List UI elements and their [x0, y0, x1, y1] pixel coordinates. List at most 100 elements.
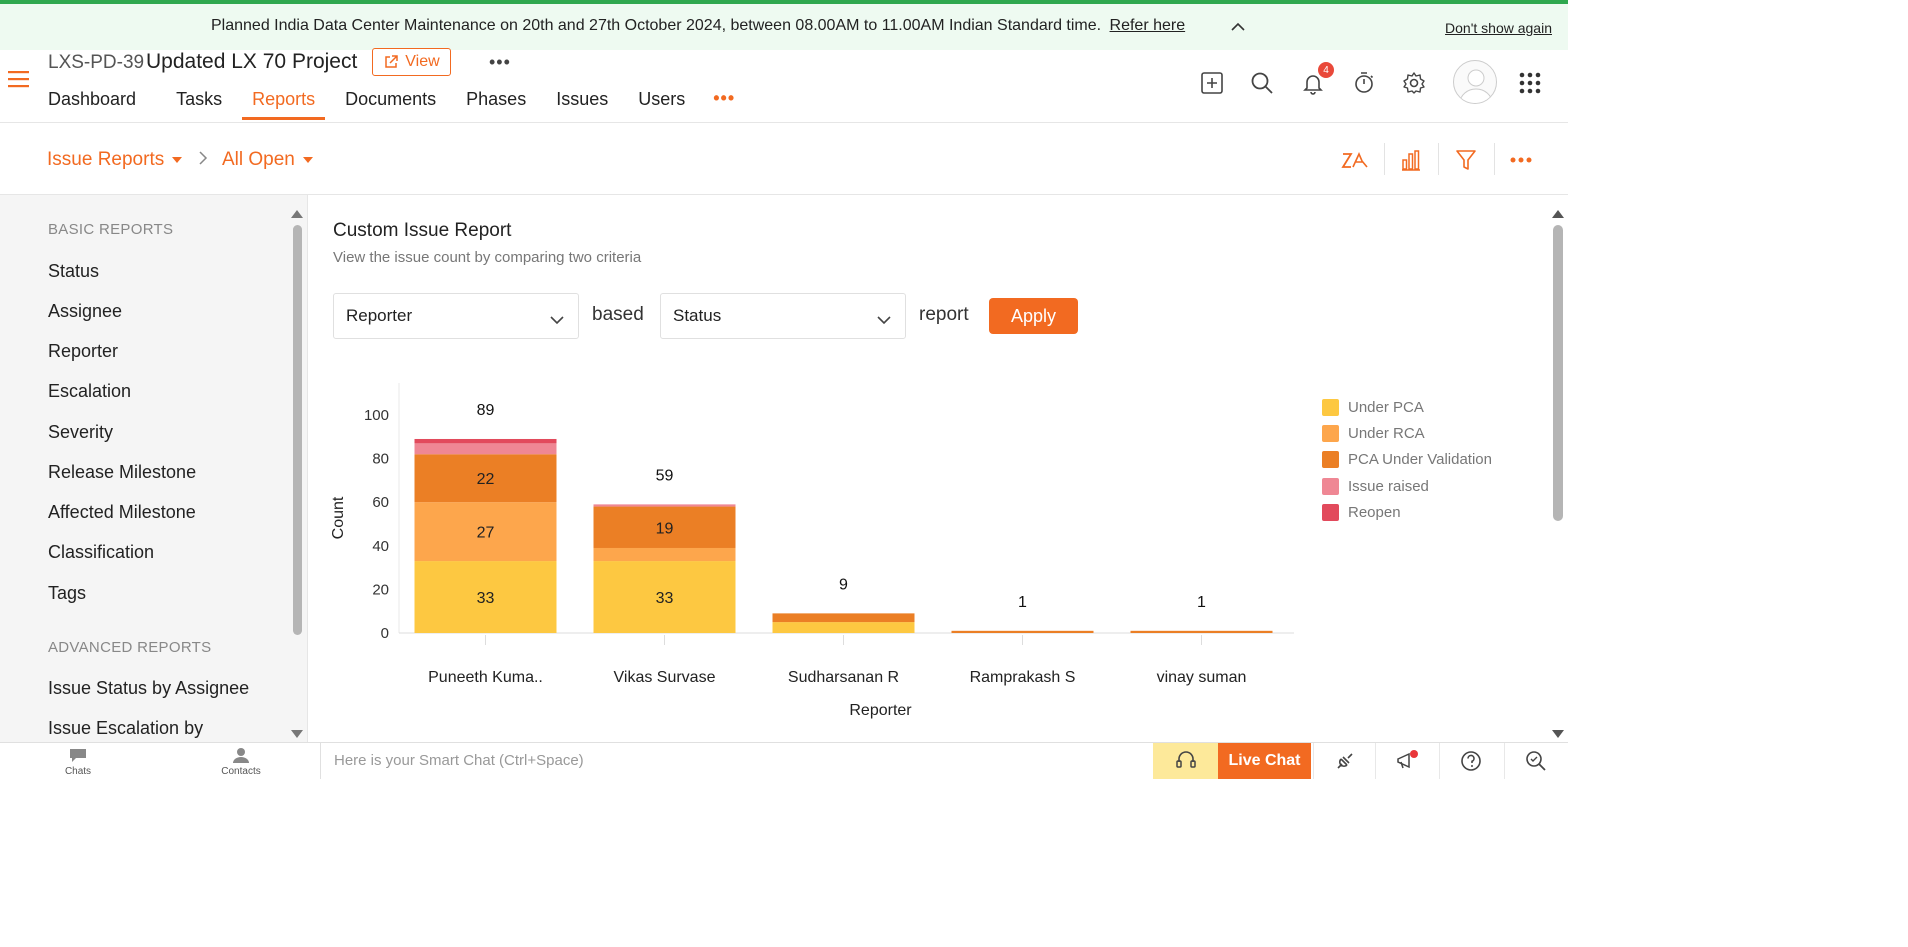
chevron-down-icon	[877, 310, 891, 330]
apply-button[interactable]: Apply	[989, 298, 1078, 334]
view-project-button[interactable]: View	[372, 48, 451, 76]
announcement-icon[interactable]	[1375, 743, 1437, 779]
legend-label: Under PCA	[1348, 398, 1424, 416]
criteria-2-value: Status	[673, 306, 722, 325]
legend-label: Under RCA	[1348, 424, 1425, 442]
report-title: Custom Issue Report	[333, 220, 512, 241]
tab-dashboard[interactable]: Dashboard	[48, 88, 146, 122]
chevron-down-icon	[550, 310, 564, 330]
main-scrollbar-thumb[interactable]	[1553, 225, 1563, 521]
tab-phases[interactable]: Phases	[456, 88, 536, 122]
bar-segment	[593, 547, 736, 562]
legend-swatch	[1322, 398, 1339, 416]
maintenance-banner: Planned India Data Center Maintenance on…	[0, 0, 1568, 50]
tab-tasks[interactable]: Tasks	[166, 88, 232, 122]
issue-count-chart: 0 20 40 60 80 100 Count 33 27 22 89 Puneeth Kuma.. 3…	[330, 383, 1294, 719]
add-icon[interactable]	[1199, 70, 1225, 96]
sidebar-item-reporter[interactable]: Reporter	[48, 341, 118, 362]
more-options-icon[interactable]	[1507, 147, 1535, 173]
dont-show-again-link[interactable]: Don't show again	[1445, 20, 1552, 36]
filter-icon[interactable]	[1452, 147, 1480, 173]
search-assist-icon[interactable]	[1504, 743, 1566, 779]
help-icon[interactable]	[1439, 743, 1501, 779]
chart-legend: Under PCA Under RCA PCA Under Validation Is…	[1322, 394, 1492, 525]
criteria-1-select[interactable]: Reporter	[333, 293, 579, 339]
zia-icon[interactable]	[1341, 147, 1369, 173]
legend-swatch	[1322, 503, 1339, 521]
y-tick-label: 20	[372, 581, 389, 598]
y-tick-label: 0	[381, 625, 389, 642]
criteria-2-select[interactable]: Status	[660, 293, 906, 339]
bell-icon[interactable]: 4	[1300, 62, 1334, 96]
legend-item[interactable]: Under RCA	[1322, 420, 1492, 446]
sidebar-item-issue-escalation[interactable]: Issue Escalation by	[48, 718, 203, 739]
toolbar-divider	[1438, 143, 1439, 175]
bar-segment-label: 27	[477, 525, 495, 542]
y-axis-title: Count	[330, 496, 347, 539]
plug-disconnect-icon[interactable]	[1313, 743, 1375, 779]
banner-text: Planned India Data Center Maintenance on…	[211, 17, 1102, 34]
sidebar-item-issue-status-by-assignee[interactable]: Issue Status by Assignee	[48, 678, 249, 699]
y-tick-label: 40	[372, 538, 389, 555]
app-header: LXS-PD-39 Updated LX 70 Project View •••…	[0, 48, 1568, 123]
basic-reports-heading: BASIC REPORTS	[48, 221, 174, 238]
legend-item[interactable]: Reopen	[1322, 499, 1492, 525]
bar-chart-icon[interactable]	[1397, 147, 1425, 173]
support-agent-icon[interactable]	[1153, 743, 1218, 779]
legend-label: Issue raised	[1348, 477, 1429, 495]
legend-item[interactable]: Under PCA	[1322, 394, 1492, 420]
chats-tab[interactable]: Chats	[38, 747, 118, 777]
sidebar-item-status[interactable]: Status	[48, 261, 99, 282]
sidebar-item-severity[interactable]: Severity	[48, 422, 113, 443]
sidebar-item-classification[interactable]: Classification	[48, 542, 154, 563]
tab-documents[interactable]: Documents	[335, 88, 446, 122]
scroll-down-arrow-icon[interactable]	[291, 725, 303, 742]
breadcrumb-root-label: Issue Reports	[47, 149, 165, 170]
contacts-tab[interactable]: Contacts	[201, 747, 281, 777]
timer-icon[interactable]	[1351, 70, 1377, 96]
tab-reports[interactable]: Reports	[242, 88, 326, 122]
scroll-down-arrow-icon[interactable]	[1552, 725, 1564, 742]
contacts-label: Contacts	[221, 766, 261, 777]
hamburger-menu-icon[interactable]	[8, 70, 30, 93]
x-tick-label: Vikas Survase	[614, 669, 716, 686]
bottom-bar: Chats Contacts Here is your Smart Chat (…	[0, 742, 1568, 779]
legend-swatch	[1322, 477, 1339, 495]
sidebar-item-release-milestone[interactable]: Release Milestone	[48, 462, 196, 483]
x-tick-label: Sudharsanan R	[788, 669, 899, 686]
report-label: report	[919, 304, 969, 325]
banner-message: Planned India Data Center Maintenance on…	[211, 17, 1185, 35]
sidebar-scrollbar-thumb[interactable]	[293, 225, 302, 635]
report-toolbar: Issue Reports All Open	[0, 123, 1568, 195]
chevron-up-icon[interactable]	[1230, 19, 1246, 40]
sidebar-item-escalation[interactable]: Escalation	[48, 381, 131, 402]
breadcrumb-all-open[interactable]: All Open	[222, 149, 313, 171]
scroll-up-arrow-icon[interactable]	[1552, 205, 1564, 223]
x-tick-label: Ramprakash S	[970, 669, 1076, 686]
sidebar-item-assignee[interactable]: Assignee	[48, 301, 122, 322]
bar-segment	[951, 630, 1094, 633]
legend-item[interactable]: PCA Under Validation	[1322, 447, 1492, 473]
settings-gear-icon[interactable]	[1401, 70, 1427, 96]
bar-segment-label: 22	[477, 471, 495, 488]
live-chat-button[interactable]: Live Chat	[1218, 743, 1311, 779]
banner-refer-link[interactable]: Refer here	[1110, 17, 1186, 34]
tab-users[interactable]: Users	[628, 88, 695, 122]
user-avatar[interactable]	[1453, 60, 1497, 104]
bar-segment-label: 19	[656, 520, 674, 537]
y-tick-label: 60	[372, 494, 389, 511]
project-more-icon[interactable]: •••	[489, 52, 511, 73]
tabs-more-icon[interactable]: •••	[713, 88, 735, 122]
view-label: View	[405, 53, 440, 70]
breadcrumb-issue-reports[interactable]: Issue Reports	[47, 149, 183, 171]
x-tick-label: Puneeth Kuma..	[428, 669, 543, 686]
sidebar-item-tags[interactable]: Tags	[48, 583, 86, 604]
toolbar-divider	[1384, 143, 1385, 175]
search-icon[interactable]	[1249, 70, 1275, 96]
legend-item[interactable]: Issue raised	[1322, 473, 1492, 499]
smart-chat-input[interactable]: Here is your Smart Chat (Ctrl+Space)	[320, 743, 1153, 779]
app-grid-icon[interactable]	[1517, 70, 1543, 96]
scroll-up-arrow-icon[interactable]	[291, 205, 303, 223]
sidebar-item-affected-milestone[interactable]: Affected Milestone	[48, 502, 196, 523]
tab-issues[interactable]: Issues	[546, 88, 618, 122]
